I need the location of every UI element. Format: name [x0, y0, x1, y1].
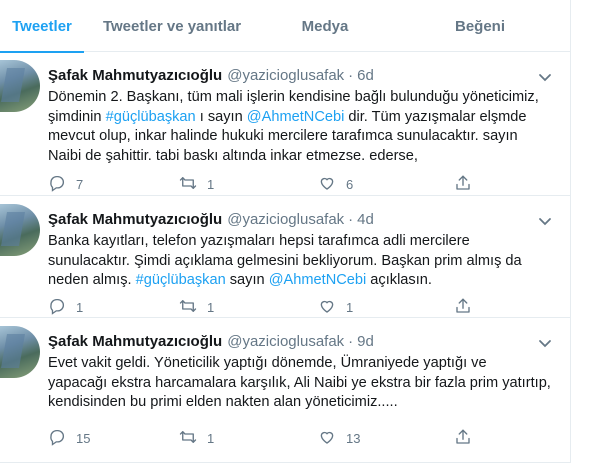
retweet-button[interactable]: 1 [179, 174, 214, 195]
tweet-text-segment: açıklasın. [366, 272, 432, 288]
tweet-text-segment: ı sayın [195, 108, 247, 125]
author-name[interactable]: Şafak Mahmutyazıcıoğlu [48, 211, 222, 228]
tweet-text-segment: dir. Tüm yazışmalar elşmde [344, 108, 527, 125]
share-button[interactable] [454, 428, 472, 449]
tweet-text-line: Dönemin 2. Başkanı, tüm mali işlerin ken… [48, 88, 556, 108]
like-button[interactable]: 1 [318, 297, 353, 318]
tab-tweets-and-replies[interactable]: Tweetler ve yanıtlar [84, 0, 260, 52]
like-count: 1 [346, 300, 354, 315]
reply-count: 7 [76, 177, 84, 192]
hashtag-link[interactable]: #güçlübaşkan [136, 272, 226, 288]
tweet-header: Şafak Mahmutyazıcıoğlu @yazicioglusafak … [48, 332, 374, 350]
profile-tabs: Tweetler Tweetler ve yanıtlar Medya Beğe… [0, 0, 570, 53]
reply-count: 15 [76, 431, 91, 446]
tweet-text-segment: Dönemin 2. Başkanı, tüm mali işlerin ken… [48, 89, 539, 105]
author-name[interactable]: Şafak Mahmutyazıcıoğlu [48, 67, 222, 84]
reply-icon [48, 297, 66, 318]
reply-button[interactable]: 15 [48, 428, 90, 449]
separator-dot: · [348, 66, 354, 84]
reply-icon [48, 428, 66, 449]
like-icon [318, 428, 336, 449]
author-handle[interactable]: @yazicioglusafak [227, 67, 344, 84]
tweet-text-line: sunulacaktır. Şimdi açıklama gelmesini b… [48, 252, 556, 272]
tweet[interactable]: Şafak Mahmutyazıcıoğlu @yazicioglusafak … [0, 196, 570, 318]
tweet-actions: 15 1 13 [48, 428, 528, 448]
tweet-header: Şafak Mahmutyazıcıoğlu @yazicioglusafak … [48, 66, 374, 84]
like-count: 6 [346, 177, 354, 192]
retweet-icon [179, 428, 197, 449]
avatar[interactable] [0, 60, 40, 112]
tweet-text-line: yapacağı ekstra harcamalara karşılık, Al… [48, 374, 556, 394]
tweet-text-segment: yapacağı ekstra harcamalara karşılık, Al… [48, 374, 551, 391]
retweet-icon [179, 174, 197, 195]
tweet-text-segment: Banka kayıtları, telefon yazışmaları hep… [48, 233, 470, 249]
tweet-text-line: Evet vakit geldi. Yöneticilik yaptığı dö… [48, 354, 556, 374]
like-count: 13 [346, 431, 361, 446]
like-button[interactable]: 13 [318, 428, 360, 449]
tweet-text: Dönemin 2. Başkanı, tüm mali işlerin ken… [48, 88, 556, 166]
reply-button[interactable]: 1 [48, 297, 83, 318]
tab-media[interactable]: Medya [260, 0, 390, 52]
avatar[interactable] [0, 204, 40, 256]
retweet-count: 1 [207, 300, 215, 315]
chevron-down-icon[interactable] [538, 336, 552, 348]
tweet-text-segment: kendisinden bu primi elden nakten alan y… [48, 394, 398, 410]
reply-button[interactable]: 7 [48, 174, 83, 195]
like-icon [318, 174, 336, 195]
tweet-text-segment: mevcut olup, inkar halinde hukuki mercil… [48, 128, 518, 144]
tweet-text-line: şimdinin #güçlübaşkan ı sayın @AhmetNCeb… [48, 108, 556, 128]
tweet[interactable]: Şafak Mahmutyazıcıoğlu @yazicioglusafak … [0, 318, 570, 463]
reply-count: 1 [76, 300, 84, 315]
reply-icon [48, 174, 66, 195]
tweet-actions: 1 1 1 [48, 297, 528, 317]
tweet-timestamp[interactable]: 9d [357, 333, 374, 350]
share-button[interactable] [454, 297, 472, 318]
tweet-text-line: Banka kayıtları, telefon yazışmaları hep… [48, 232, 556, 252]
tweet-text-segment: sayın [225, 272, 269, 288]
tweet-header: Şafak Mahmutyazıcıoğlu @yazicioglusafak … [48, 210, 374, 228]
hashtag-link[interactable]: #güçlübaşkan [106, 109, 196, 125]
tab-likes[interactable]: Beğeni [390, 0, 570, 52]
like-button[interactable]: 6 [318, 174, 353, 195]
tweet-actions: 7 1 6 [48, 174, 528, 194]
tweet-text-line: neden almış. #güçlübaşkan sayın @AhmetNC… [48, 271, 556, 291]
share-icon [454, 174, 472, 195]
retweet-count: 1 [207, 177, 215, 192]
tweet-text-segment: Evet vakit geldi. Yöneticilik yaptığı dö… [48, 355, 487, 371]
tweet-text-segment: neden almış. [48, 272, 136, 288]
tweet-timestamp[interactable]: 6d [357, 67, 374, 84]
mention-link[interactable]: @AhmetNCebi [269, 272, 367, 288]
retweet-count: 1 [207, 431, 215, 446]
tweet-text: Banka kayıtları, telefon yazışmaları hep… [48, 232, 556, 291]
separator-dot: · [348, 332, 354, 350]
author-name[interactable]: Şafak Mahmutyazıcıoğlu [48, 333, 222, 350]
tweet-text-segment: sunulacaktır. Şimdi açıklama gelmesini b… [48, 252, 522, 269]
mention-link[interactable]: @AhmetNCebi [247, 109, 345, 125]
retweet-button[interactable]: 1 [179, 297, 214, 318]
chevron-down-icon[interactable] [538, 70, 552, 82]
author-handle[interactable]: @yazicioglusafak [227, 211, 344, 228]
share-button[interactable] [454, 174, 472, 195]
like-icon [318, 297, 336, 318]
retweet-icon [179, 297, 197, 318]
tweet[interactable]: Şafak Mahmutyazıcıoğlu @yazicioglusafak … [0, 52, 570, 196]
retweet-button[interactable]: 1 [179, 428, 214, 449]
author-handle[interactable]: @yazicioglusafak [227, 333, 344, 350]
tweet-text-line: Naibi de şahittir. tabi baskı altında in… [48, 147, 556, 167]
separator-dot: · [348, 210, 354, 228]
tweet-text-segment: Naibi de şahittir. tabi baskı altında in… [48, 147, 418, 164]
tweet-timestamp[interactable]: 4d [357, 211, 374, 228]
tweet-text-line: mevcut olup, inkar halinde hukuki mercil… [48, 127, 556, 147]
avatar[interactable] [0, 326, 40, 378]
chevron-down-icon[interactable] [538, 214, 552, 226]
share-icon [454, 297, 472, 318]
tweet-text-line: kendisinden bu primi elden nakten alan y… [48, 393, 556, 413]
share-icon [454, 428, 472, 449]
tab-tweets[interactable]: Tweetler [0, 0, 84, 53]
tweet-text-segment: şimdinin [48, 108, 106, 125]
column-divider [570, 0, 571, 463]
tweet-text: Evet vakit geldi. Yöneticilik yaptığı dö… [48, 354, 556, 413]
